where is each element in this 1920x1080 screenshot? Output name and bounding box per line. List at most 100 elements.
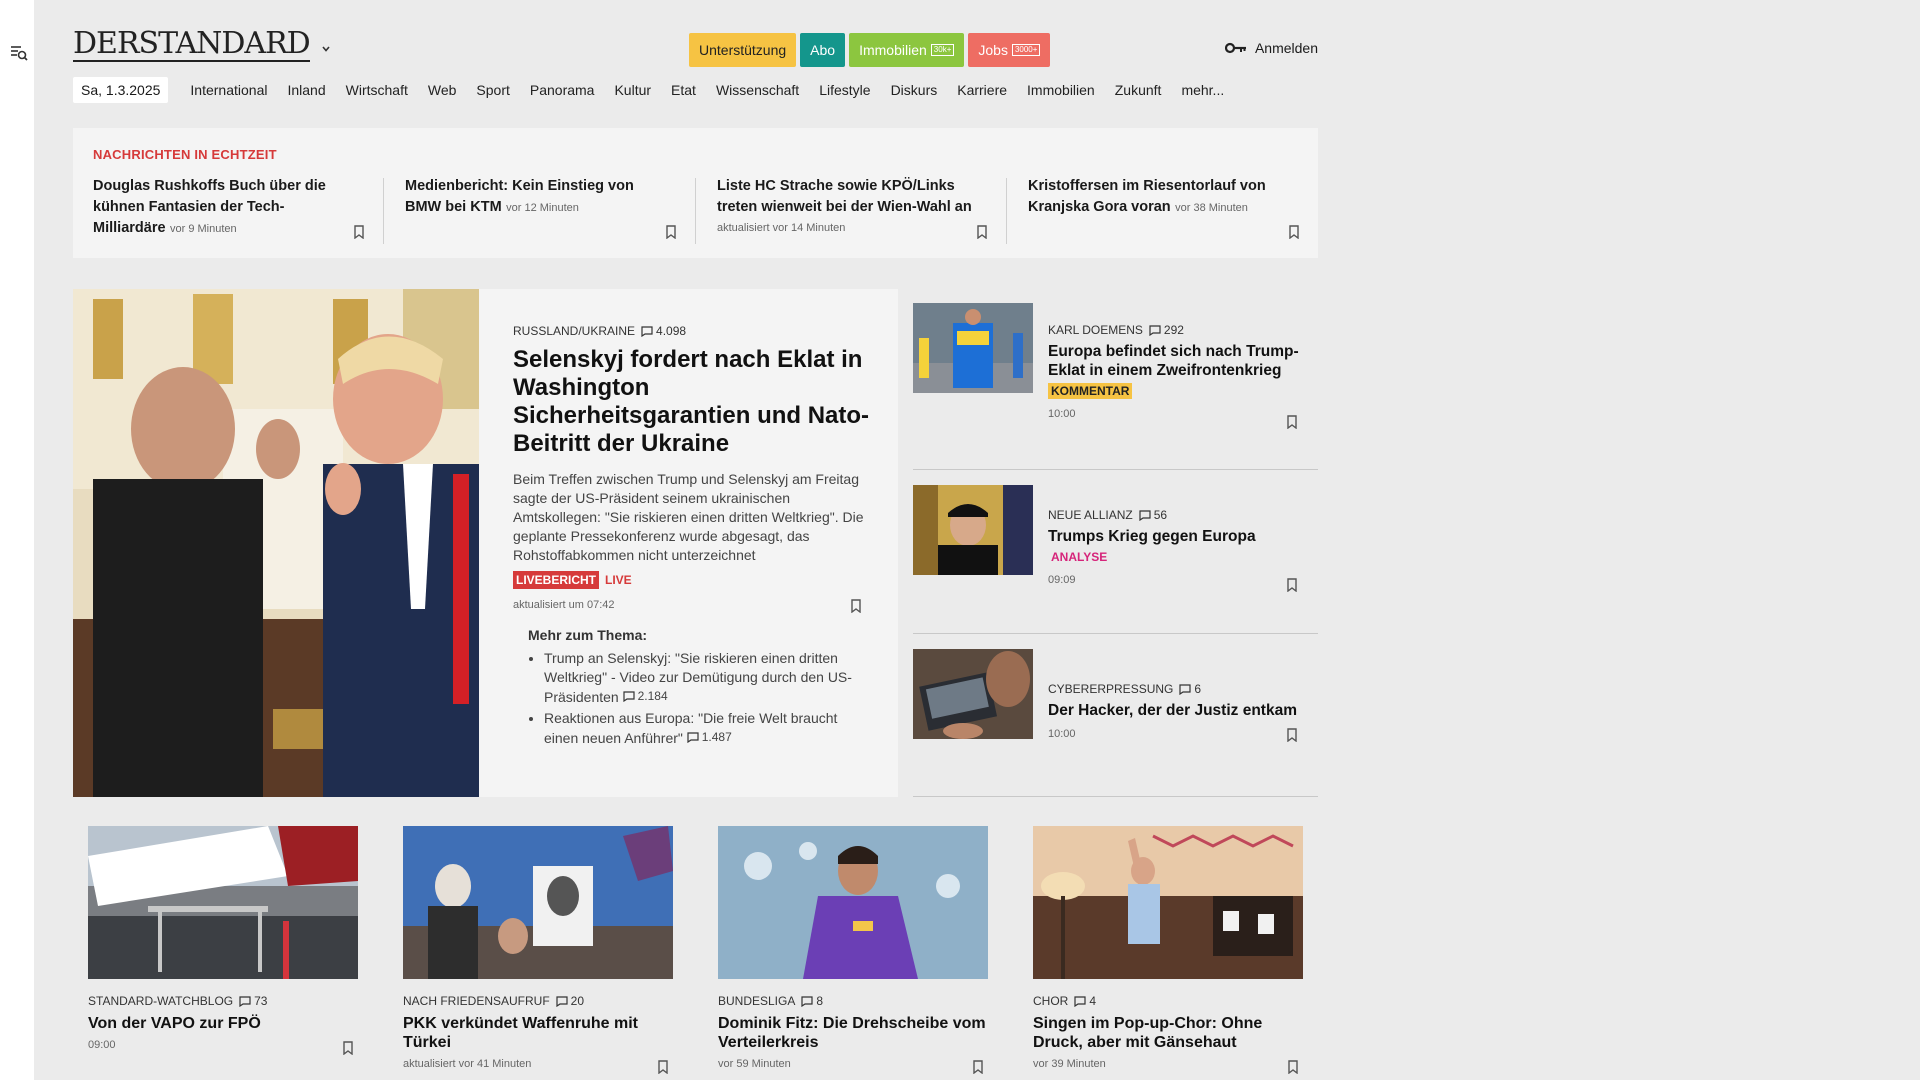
lead-image[interactable] (73, 289, 479, 797)
kicker-label[interactable]: KARL DOEMENS (1048, 323, 1143, 337)
related-item[interactable]: Reaktionen aus Europa: "Die freie Welt b… (544, 709, 873, 748)
article-kicker: KARL DOEMENS 292 (1048, 323, 1318, 337)
comment-icon (1074, 995, 1086, 1007)
nav-item-kultur[interactable]: Kultur (604, 77, 661, 103)
article-image[interactable] (88, 826, 358, 979)
bookmark-icon[interactable] (353, 225, 365, 239)
article-title[interactable]: Europa befindet sich nach Trump-Eklat in… (1048, 342, 1318, 380)
article-image[interactable] (718, 826, 988, 979)
kicker-label[interactable]: NEUE ALLIANZ (1048, 508, 1133, 522)
comment-count[interactable]: 292 (1149, 323, 1184, 337)
nav-item-web[interactable]: Web (418, 77, 467, 103)
related-articles: Mehr zum Thema: Trump an Selenskyj: "Sie… (513, 627, 873, 748)
nav-item-etat[interactable]: Etat (661, 77, 706, 103)
article-title[interactable]: PKK verkündet Waffenruhe mit Türkei (403, 1014, 673, 1052)
comment-count[interactable]: 1.487 (687, 728, 732, 747)
nav-item-wissenschaft[interactable]: Wissenschaft (706, 77, 809, 103)
comment-count-value: 6 (1194, 682, 1202, 696)
related-item[interactable]: Trump an Selenskyj: "Sie riskieren einen… (544, 649, 873, 707)
live-indicator: LIVEBERICHT LIVE (513, 571, 873, 589)
lead-teaser: Beim Treffen zwischen Trump und Selensky… (513, 471, 864, 563)
comment-count[interactable]: 4.098 (641, 324, 686, 338)
comment-count[interactable]: 20 (556, 994, 584, 1008)
kicker-label[interactable]: BUNDESLIGA (718, 994, 795, 1008)
nav-item-sport[interactable]: Sport (466, 77, 519, 103)
nav-item-diskurs[interactable]: Diskurs (881, 77, 948, 103)
comment-icon (687, 732, 699, 743)
ticker-item[interactable]: Medienbericht: Kein Einstieg von BMW bei… (405, 176, 665, 244)
kicker-label[interactable]: RUSSLAND/UKRAINE (513, 324, 635, 338)
article-title[interactable]: Dominik Fitz: Die Drehscheibe vom Vertei… (718, 1014, 988, 1052)
lead-title[interactable]: Selenskyj fordert nach Eklat in Washingt… (513, 346, 873, 458)
article-thumbnail[interactable] (913, 649, 1033, 739)
kommentar-badge: KOMMENTAR (1048, 383, 1133, 399)
bookmark-icon[interactable] (972, 1060, 984, 1074)
chevron-down-icon[interactable] (321, 44, 331, 54)
article-title[interactable]: Von der VAPO zur FPÖ (88, 1014, 358, 1033)
login-button[interactable]: Anmelden (1224, 40, 1318, 56)
nav-item-international[interactable]: International (180, 77, 277, 103)
lead-article[interactable]: RUSSLAND/UKRAINE 4.098 Selenskyj fordert… (73, 289, 898, 797)
bookmark-icon[interactable] (1286, 415, 1298, 429)
nav-item-wirtschaft[interactable]: Wirtschaft (336, 77, 418, 103)
ticker-item[interactable]: Kristoffersen im Riesentorlauf von Kranj… (1028, 176, 1288, 244)
bookmark-icon[interactable] (1287, 1060, 1299, 1074)
article-image[interactable] (1033, 826, 1303, 979)
pill-unterstuetzung[interactable]: Unterstützung (689, 33, 797, 67)
ticker-divider (383, 178, 384, 244)
comment-count[interactable]: 4 (1074, 994, 1096, 1008)
nav-item-zukunft[interactable]: Zukunft (1105, 77, 1172, 103)
article-kicker: CYBERERPRESSUNG 6 (1048, 682, 1318, 696)
nav-item-panorama[interactable]: Panorama (520, 77, 605, 103)
live-badge: LIVEBERICHT (513, 571, 600, 589)
comment-count[interactable]: 73 (239, 994, 267, 1008)
menu-search-icon[interactable] (10, 44, 28, 62)
comment-count[interactable]: 2.184 (623, 687, 668, 706)
kicker-label[interactable]: CYBERERPRESSUNG (1048, 682, 1173, 696)
teaser-card[interactable]: NACH FRIEDENSAUFRUF 20 PKK verkündet Waf… (403, 826, 673, 1074)
bookmark-icon[interactable] (850, 599, 862, 613)
bookmark-icon[interactable] (665, 225, 677, 239)
comment-count[interactable]: 6 (1179, 682, 1201, 696)
comment-count-value: 20 (570, 994, 585, 1008)
teaser-card[interactable]: CHOR 4 Singen im Pop-up-Chor: Ohne Druck… (1033, 826, 1303, 1074)
nav-item-inland[interactable]: Inland (277, 77, 335, 103)
bookmark-icon[interactable] (1286, 578, 1298, 592)
site-logo[interactable]: DERSTANDARD (73, 28, 311, 62)
nav-item-more[interactable]: mehr... (1171, 77, 1234, 103)
pill-immobilien[interactable]: Immobilien 30k+ (849, 33, 965, 67)
ticker-item[interactable]: Liste HC Strache sowie KPÖ/Links treten … (717, 176, 977, 244)
comment-count-value: 4 (1089, 994, 1097, 1008)
ticker-item[interactable]: Douglas Rushkoffs Buch über die kühnen F… (93, 176, 353, 244)
bookmark-icon[interactable] (657, 1060, 669, 1074)
comment-count[interactable]: 8 (801, 994, 823, 1008)
related-title[interactable]: Trump an Selenskyj: "Sie riskieren einen… (544, 650, 852, 705)
bookmark-icon[interactable] (976, 225, 988, 239)
kicker-label[interactable]: CHOR (1033, 994, 1068, 1008)
teaser-card[interactable]: STANDARD-WATCHBLOG 73 Von der VAPO zur F… (88, 826, 358, 1055)
kicker-label[interactable]: NACH FRIEDENSAUFRUF (403, 994, 550, 1008)
nav-item-karriere[interactable]: Karriere (947, 77, 1017, 103)
comment-count[interactable]: 56 (1139, 508, 1167, 522)
pill-jobs[interactable]: Jobs 3000+ (968, 33, 1051, 67)
nav-item-lifestyle[interactable]: Lifestyle (809, 77, 880, 103)
article-thumbnail[interactable] (913, 485, 1033, 575)
teaser-card[interactable]: BUNDESLIGA 8 Dominik Fitz: Die Drehschei… (718, 826, 988, 1074)
ticker-divider (1006, 178, 1007, 244)
article-time: 09:09 (1048, 574, 1076, 586)
article-title[interactable]: Trumps Krieg gegen Europa (1048, 527, 1318, 546)
bookmark-icon[interactable] (1286, 728, 1298, 742)
bookmark-icon[interactable] (1288, 225, 1300, 239)
kicker-label[interactable]: STANDARD-WATCHBLOG (88, 994, 233, 1008)
article-image[interactable] (403, 826, 673, 979)
article-thumbnail[interactable] (913, 303, 1033, 393)
article-title[interactable]: Der Hacker, der der Justiz entkam (1048, 701, 1318, 720)
article-title[interactable]: Singen im Pop-up-Chor: Ohne Druck, aber … (1033, 1014, 1303, 1052)
pill-abo[interactable]: Abo (800, 33, 846, 67)
article-kicker: CHOR 4 (1033, 994, 1303, 1008)
nav-item-immobilien[interactable]: Immobilien (1017, 77, 1105, 103)
bookmark-icon[interactable] (342, 1041, 354, 1055)
ticker-title[interactable]: Liste HC Strache sowie KPÖ/Links treten … (717, 178, 972, 215)
article-time: 09:00 (88, 1039, 116, 1051)
ticker-divider (695, 178, 696, 244)
